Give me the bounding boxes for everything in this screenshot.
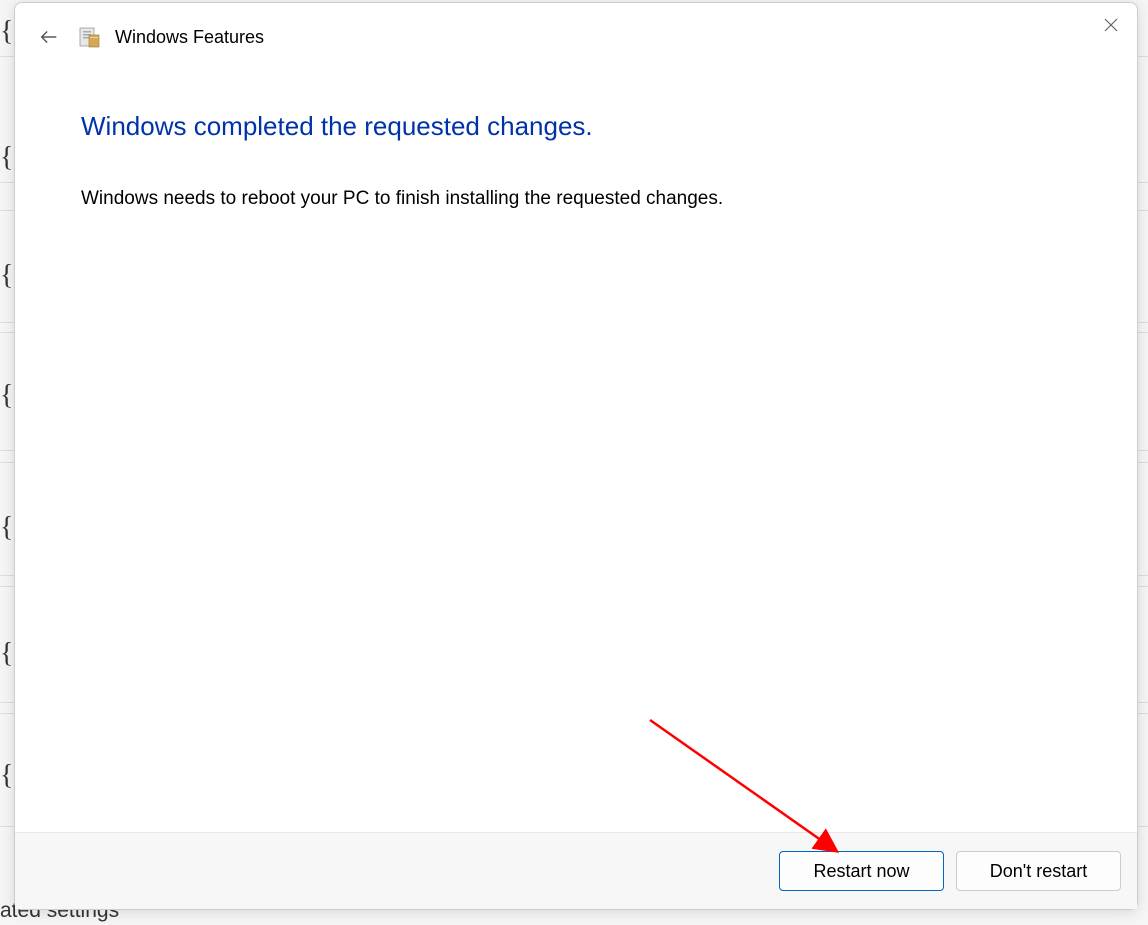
dialog-body: Windows completed the requested changes.… [15, 51, 1137, 832]
back-arrow-icon [38, 26, 60, 48]
completion-heading: Windows completed the requested changes. [81, 111, 1071, 142]
windows-features-dialog: Windows Features Windows completed the r… [14, 2, 1138, 910]
dont-restart-button[interactable]: Don't restart [956, 851, 1121, 891]
dialog-footer: Restart now Don't restart [15, 832, 1137, 909]
back-button[interactable] [35, 23, 63, 51]
dialog-title: Windows Features [115, 27, 264, 48]
close-button[interactable] [1099, 13, 1123, 37]
reboot-description: Windows needs to reboot your PC to finis… [81, 188, 1071, 210]
close-icon [1104, 18, 1118, 32]
windows-features-icon [77, 25, 101, 49]
restart-now-button[interactable]: Restart now [779, 851, 944, 891]
dialog-title-row: Windows Features [15, 3, 1137, 51]
